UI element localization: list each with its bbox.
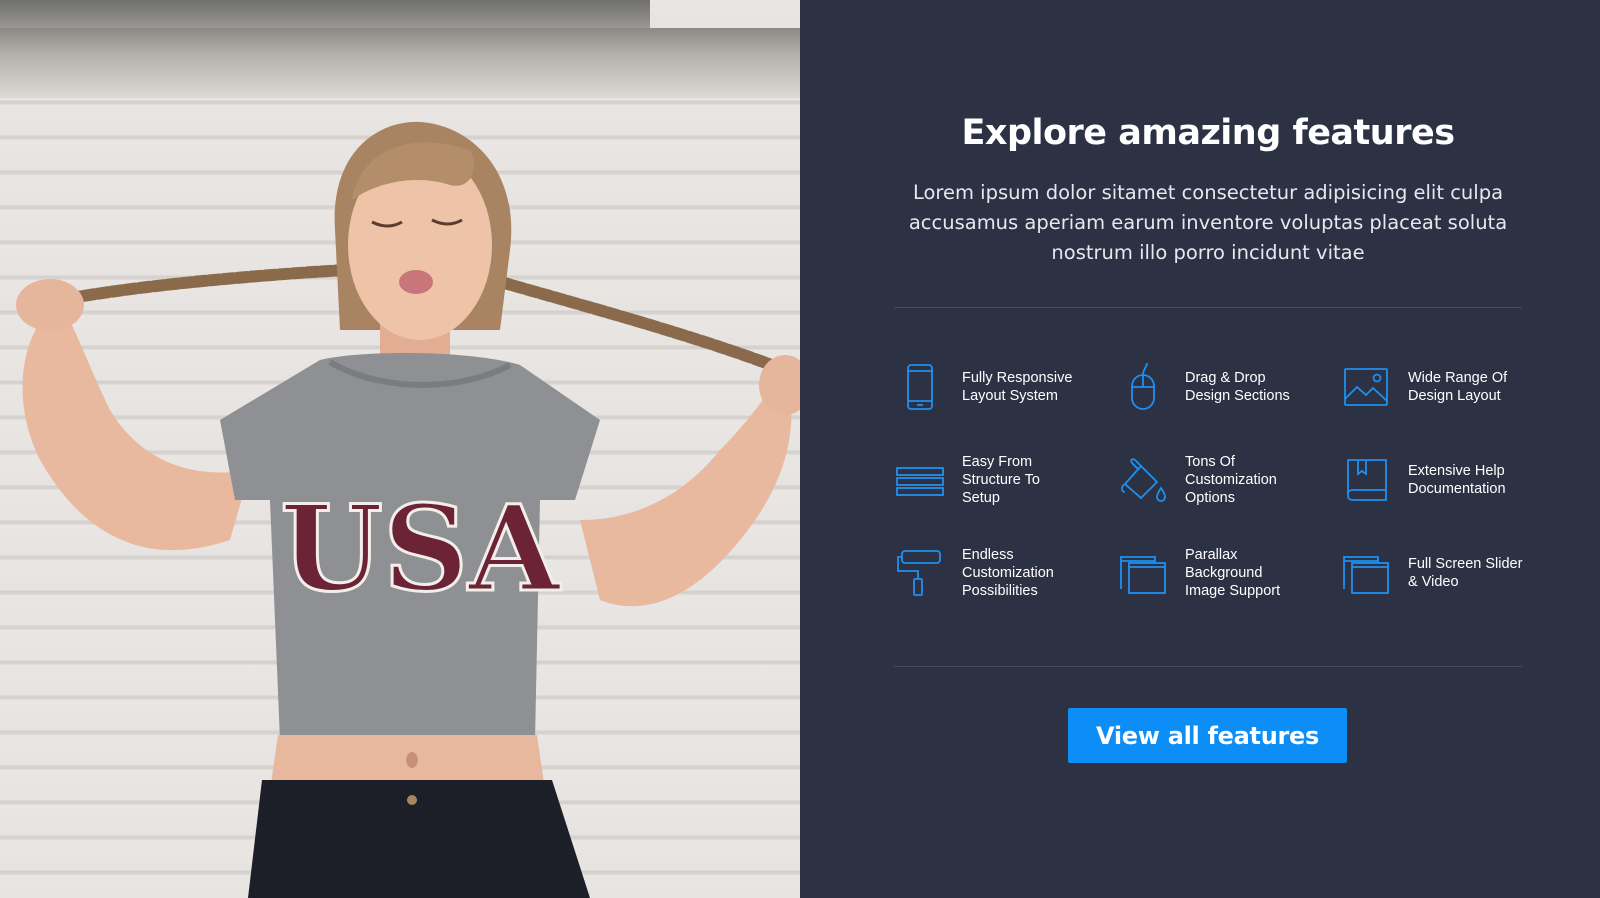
mobile-phone-icon [894,361,946,413]
view-all-features-button[interactable]: View all features [1068,708,1347,763]
paint-bucket-icon [1117,454,1169,506]
windows-icon [1340,547,1392,599]
section-description: Lorem ipsum dolor sitamet consectetur ad… [908,181,1508,264]
feature-label: Endless Customization Possibilities [962,546,1054,599]
feature-fullscreen-slider[interactable]: Full Screen Slider & Video [1340,526,1554,619]
feature-label: Full Screen Slider & Video [1408,555,1523,590]
paint-roller-icon [894,547,946,599]
layers-icon [894,454,946,506]
mouse-icon [1117,361,1169,413]
feature-label: Fully Responsive Layout System [962,369,1073,404]
feature-drag-drop[interactable]: Drag & Drop Design Sections [1117,340,1340,433]
feature-label: Parallax Background Image Support [1185,546,1281,599]
feature-label: Extensive Help Documentation [1408,462,1506,497]
image-icon [1340,361,1392,413]
feature-label: Tons Of Customization Options [1185,453,1277,506]
feature-label: Easy From Structure To Setup [962,453,1040,506]
section-title: Explore amazing features [961,113,1455,153]
divider-bottom [894,666,1522,667]
book-icon [1340,454,1392,506]
feature-parallax[interactable]: Parallax Background Image Support [1117,526,1340,619]
feature-responsive[interactable]: Fully Responsive Layout System [894,340,1117,433]
divider-top [894,307,1522,308]
feature-label: Wide Range Of Design Layout [1408,369,1508,404]
woman-illustration: USA [16,121,800,898]
feature-endless-customization[interactable]: Endless Customization Possibilities [894,526,1117,619]
feature-layouts[interactable]: Wide Range Of Design Layout [1340,340,1554,433]
feature-structure[interactable]: Easy From Structure To Setup [894,433,1117,526]
shirt-print-text: USA [280,479,561,618]
feature-grid: Fully Responsive Layout System Drag & Dr… [894,340,1554,619]
feature-label: Drag & Drop Design Sections [1185,369,1290,404]
hero-photo: USA [0,0,800,898]
feature-customization-options[interactable]: Tons Of Customization Options [1117,433,1340,526]
windows-icon [1117,547,1169,599]
feature-documentation[interactable]: Extensive Help Documentation [1340,433,1554,526]
features-panel: Explore amazing features Lorem ipsum dol… [800,0,1600,898]
